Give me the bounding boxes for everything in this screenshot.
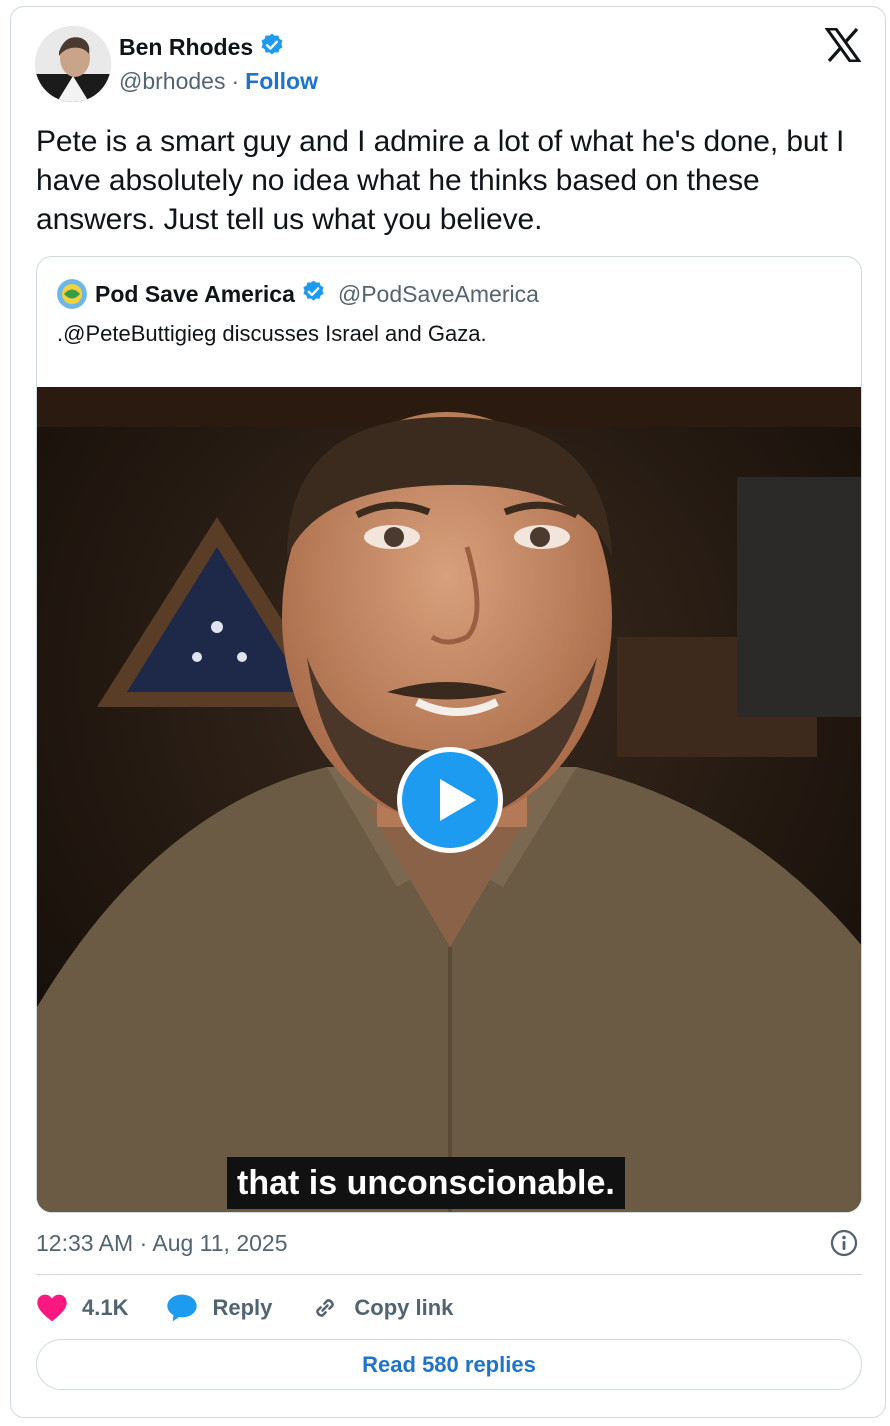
heart-icon bbox=[36, 1293, 68, 1323]
author-avatar[interactable] bbox=[35, 26, 111, 102]
divider bbox=[36, 1274, 862, 1275]
author-name-row: Ben Rhodes bbox=[119, 32, 285, 63]
quoted-tweet[interactable]: Pod Save America @PodSaveAmerica .@PeteB… bbox=[36, 256, 862, 1213]
follow-button[interactable]: Follow bbox=[245, 68, 318, 95]
tweet-text: Pete is a smart guy and I admire a lot o… bbox=[36, 125, 845, 236]
like-button[interactable]: 4.1K bbox=[36, 1293, 128, 1323]
verified-badge-icon bbox=[259, 32, 285, 63]
read-replies-button[interactable]: Read 580 replies bbox=[36, 1339, 862, 1390]
x-logo-icon[interactable] bbox=[824, 27, 862, 63]
author-name[interactable]: Ben Rhodes bbox=[119, 34, 253, 61]
video-caption: that is unconscionable. bbox=[227, 1157, 625, 1209]
info-icon[interactable] bbox=[830, 1229, 858, 1257]
play-button[interactable] bbox=[397, 747, 503, 853]
action-bar: 4.1K Reply Copy link bbox=[36, 1290, 491, 1326]
copy-link-button[interactable]: Copy link bbox=[310, 1293, 453, 1323]
quoted-text: .@PeteButtigieg discusses Israel and Gaz… bbox=[57, 321, 487, 346]
video-thumbnail[interactable]: that is unconscionable. bbox=[37, 387, 861, 1212]
quoted-verified-badge-icon bbox=[301, 279, 326, 309]
quoted-handle[interactable]: @PodSaveAmerica bbox=[338, 281, 539, 308]
copy-link-label: Copy link bbox=[354, 1295, 454, 1320]
author-handle[interactable]: @brhodes bbox=[119, 68, 225, 95]
quoted-name[interactable]: Pod Save America bbox=[95, 281, 295, 308]
like-count: 4.1K bbox=[82, 1295, 129, 1320]
link-icon bbox=[310, 1293, 340, 1323]
quoted-name-row: Pod Save America @PodSaveAmerica bbox=[95, 279, 539, 309]
author-handle-row: @brhodes · Follow bbox=[119, 68, 318, 95]
speech-bubble-icon bbox=[166, 1293, 198, 1323]
quoted-avatar[interactable] bbox=[57, 279, 87, 309]
reply-label: Reply bbox=[212, 1295, 273, 1320]
separator-dot: · bbox=[231, 68, 240, 94]
reply-button[interactable]: Reply bbox=[166, 1293, 272, 1323]
tweet-timestamp[interactable]: 12:33 AM · Aug 11, 2025 bbox=[36, 1230, 287, 1257]
